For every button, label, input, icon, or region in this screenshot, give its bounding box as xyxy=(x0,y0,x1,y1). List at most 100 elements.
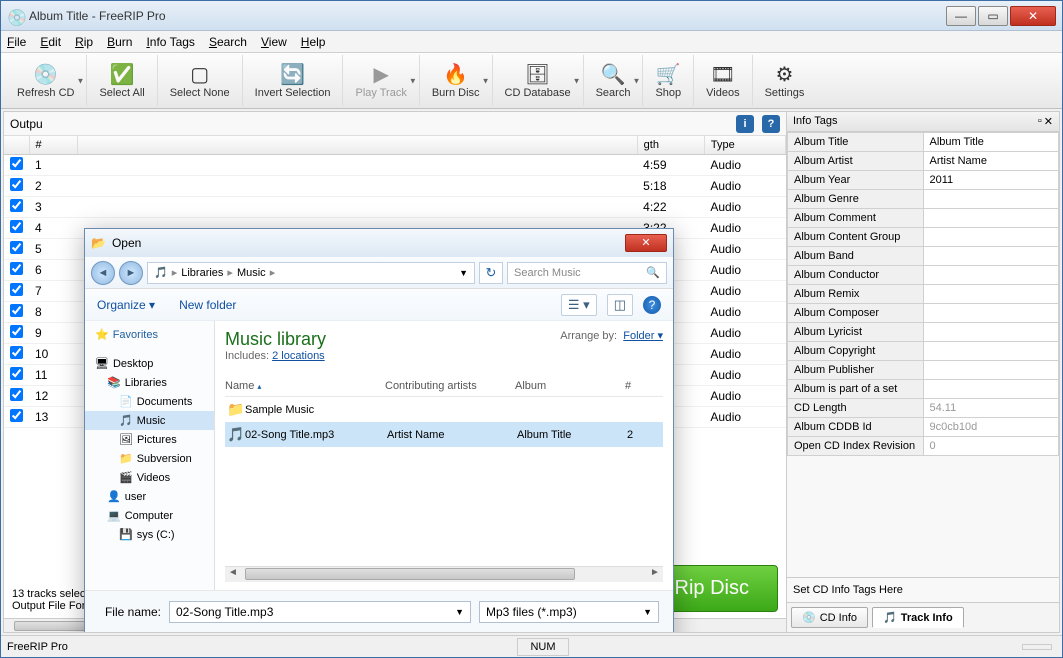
track-checkbox[interactable] xyxy=(10,325,23,338)
folder-tree[interactable]: ⭐Favorites 🖥Desktop📚Libraries📄Documents🎵M… xyxy=(85,321,215,590)
toolbar-select-none[interactable]: ▢Select None xyxy=(158,55,243,106)
info-tag-row[interactable]: Album TitleAlbum Title xyxy=(788,133,1059,152)
tab-track-info[interactable]: 🎵Track Info xyxy=(872,607,964,628)
file-scrollbar[interactable]: ◄ ► xyxy=(225,566,663,582)
info-tag-row[interactable]: Album ArtistArtist Name xyxy=(788,152,1059,171)
library-title: Music library xyxy=(225,329,326,350)
tree-node-videos[interactable]: 🎬Videos xyxy=(85,468,214,487)
info-tag-row[interactable]: Open CD Index Revision0 xyxy=(788,437,1059,456)
col-type[interactable]: Type xyxy=(704,136,785,155)
maximize-button[interactable]: ▭ xyxy=(978,6,1008,26)
pane-detach-icon[interactable]: ▫ xyxy=(1038,115,1042,128)
search-input[interactable]: Search Music 🔍 xyxy=(507,262,667,284)
pane-close-icon[interactable]: ✕ xyxy=(1044,115,1053,128)
chevron-down-icon[interactable]: ▼ xyxy=(459,268,468,278)
menu-info-tags[interactable]: Info Tags xyxy=(146,35,195,49)
info-button-1[interactable]: i xyxy=(736,115,754,133)
toolbar-search[interactable]: 🔍Search▼ xyxy=(584,55,644,106)
track-checkbox[interactable] xyxy=(10,304,23,317)
tab-cd-info[interactable]: 💿CD Info xyxy=(791,607,868,628)
menu-help[interactable]: Help xyxy=(301,35,326,49)
dialog-close-button[interactable]: ✕ xyxy=(625,234,667,252)
track-row[interactable]: 14:59Audio xyxy=(4,155,786,176)
nav-back-button[interactable]: ◄ xyxy=(91,261,115,285)
file-list[interactable]: 📁Sample Music🎵02-Song Title.mp3Artist Na… xyxy=(225,397,663,566)
toolbar-settings[interactable]: ⚙Settings xyxy=(753,55,817,106)
minimize-button[interactable]: — xyxy=(946,6,976,26)
toolbar-refresh-cd[interactable]: 💿Refresh CD▼ xyxy=(5,55,87,106)
tree-node-user[interactable]: 👤user xyxy=(85,487,214,506)
info-tags-pane: Info Tags ▫ ✕ Album TitleAlbum TitleAlbu… xyxy=(787,112,1059,632)
track-checkbox[interactable] xyxy=(10,241,23,254)
info-button-2[interactable]: ? xyxy=(762,115,780,133)
toolbar-burn-disc[interactable]: 🔥Burn Disc▼ xyxy=(420,55,493,106)
info-tag-row[interactable]: Album Remix xyxy=(788,285,1059,304)
tree-node-libraries[interactable]: 📚Libraries xyxy=(85,373,214,392)
file-row[interactable]: 🎵02-Song Title.mp3Artist NameAlbum Title… xyxy=(225,422,663,447)
preview-pane-button[interactable]: ◫ xyxy=(607,294,633,316)
info-tag-row[interactable]: Album Genre xyxy=(788,190,1059,209)
tree-node-computer[interactable]: 💻Computer xyxy=(85,506,214,525)
tree-node-documents[interactable]: 📄Documents xyxy=(85,392,214,411)
toolbar-cd-database[interactable]: 🗄CD Database▼ xyxy=(493,55,584,106)
file-type-filter[interactable]: Mp3 files (*.mp3)▼ xyxy=(479,601,659,623)
track-row[interactable]: 34:22Audio xyxy=(4,197,786,218)
new-folder-button[interactable]: New folder xyxy=(179,298,236,312)
info-tag-row[interactable]: Album CDDB Id9c0cb10d xyxy=(788,418,1059,437)
info-tag-row[interactable]: Album Conductor xyxy=(788,266,1059,285)
toolbar-shop[interactable]: 🛒Shop xyxy=(643,55,694,106)
track-checkbox[interactable] xyxy=(10,220,23,233)
track-checkbox[interactable] xyxy=(10,157,23,170)
breadcrumb[interactable]: 🎵 ▸ Libraries ▸ Music ▸ ▼ xyxy=(147,262,475,284)
tree-node-favorites[interactable]: ⭐Favorites xyxy=(85,325,214,344)
tree-node-music[interactable]: 🎵Music xyxy=(85,411,214,430)
view-mode-button[interactable]: ☰ ▾ xyxy=(561,294,597,316)
toolbar-select-all[interactable]: ✅Select All xyxy=(87,55,157,106)
info-tag-row[interactable]: Album Copyright xyxy=(788,342,1059,361)
refresh-button[interactable]: ↻ xyxy=(479,262,503,284)
tree-node-pictures[interactable]: 🖼Pictures xyxy=(85,430,214,449)
toolbar-videos[interactable]: 🎞Videos xyxy=(694,55,752,106)
info-tag-row[interactable]: Album Composer xyxy=(788,304,1059,323)
info-tag-row[interactable]: Album Year2011 xyxy=(788,171,1059,190)
col-length[interactable]: gth xyxy=(637,136,704,155)
tree-node-subversion[interactable]: 📁Subversion xyxy=(85,449,214,468)
menu-view[interactable]: View xyxy=(261,35,287,49)
arrange-by[interactable]: Arrange by: Folder ▾ xyxy=(560,329,663,368)
track-checkbox[interactable] xyxy=(10,283,23,296)
info-tag-row[interactable]: Album Band xyxy=(788,247,1059,266)
info-tag-row[interactable]: Album Content Group xyxy=(788,228,1059,247)
menu-search[interactable]: Search xyxy=(209,35,247,49)
file-row[interactable]: 📁Sample Music xyxy=(225,397,663,422)
info-tags-table[interactable]: Album TitleAlbum TitleAlbum ArtistArtist… xyxy=(787,132,1059,577)
info-tag-row[interactable]: Album is part of a set xyxy=(788,380,1059,399)
menu-file[interactable]: File xyxy=(7,35,26,49)
output-label: Outpu xyxy=(10,117,43,131)
track-row[interactable]: 25:18Audio xyxy=(4,176,786,197)
menu-rip[interactable]: Rip xyxy=(75,35,93,49)
info-tag-row[interactable]: CD Length54.11 xyxy=(788,399,1059,418)
help-icon[interactable]: ? xyxy=(643,296,661,314)
track-checkbox[interactable] xyxy=(10,346,23,359)
track-checkbox[interactable] xyxy=(10,262,23,275)
toolbar-invert-selection[interactable]: 🔄Invert Selection xyxy=(243,55,344,106)
tree-node-desktop[interactable]: 🖥Desktop xyxy=(85,354,214,373)
info-tag-row[interactable]: Album Comment xyxy=(788,209,1059,228)
track-checkbox[interactable] xyxy=(10,178,23,191)
file-list-header[interactable]: Name▴ Contributing artists Album # xyxy=(225,376,663,397)
menu-edit[interactable]: Edit xyxy=(40,35,61,49)
menu-burn[interactable]: Burn xyxy=(107,35,132,49)
nav-forward-button[interactable]: ► xyxy=(119,261,143,285)
filename-input[interactable]: 02-Song Title.mp3 ▼ xyxy=(169,601,471,623)
info-tag-row[interactable]: Album Publisher xyxy=(788,361,1059,380)
info-tag-row[interactable]: Album Lyricist xyxy=(788,323,1059,342)
close-button[interactable]: ✕ xyxy=(1010,6,1056,26)
tree-node-sys--c--[interactable]: 💾sys (C:) xyxy=(85,525,214,544)
track-checkbox[interactable] xyxy=(10,367,23,380)
track-checkbox[interactable] xyxy=(10,409,23,422)
track-checkbox[interactable] xyxy=(10,388,23,401)
toolbar-play-track[interactable]: ▶Play Track▼ xyxy=(343,55,419,106)
col-num[interactable]: # xyxy=(29,136,77,155)
organize-button[interactable]: Organize ▾ xyxy=(97,298,155,312)
track-checkbox[interactable] xyxy=(10,199,23,212)
